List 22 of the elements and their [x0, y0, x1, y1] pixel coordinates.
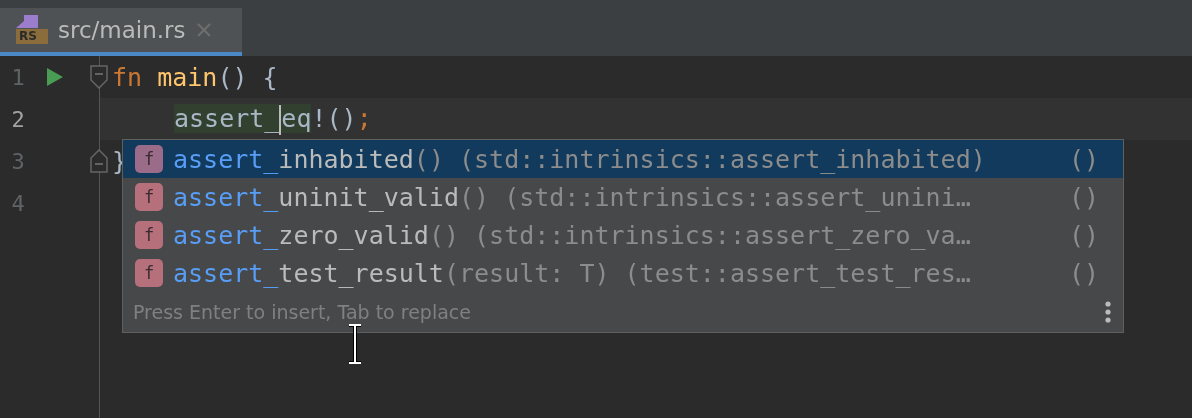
line-number: 4	[10, 190, 26, 216]
tab-title: src/main.rs	[58, 17, 186, 43]
completion-item[interactable]: f assert_test_result(result: T) (test::assert_test_res… ()	[123, 254, 1123, 292]
function-icon: f	[135, 259, 163, 287]
completion-item[interactable]: f assert_zero_valid() (std::intrinsics::assert_zero_va… ()	[123, 216, 1123, 254]
function-icon: f	[135, 183, 163, 211]
editor-tab[interactable]: RS src/main.rs	[0, 8, 242, 56]
hint-text: Press Enter to insert, Tab to replace	[133, 301, 471, 323]
close-icon[interactable]	[195, 22, 212, 38]
text-cursor-icon	[348, 324, 362, 364]
line-number: 1	[10, 64, 26, 90]
fold-icon[interactable]	[90, 149, 108, 173]
completion-item[interactable]: f assert_uninit_valid() (std::intrinsics::assert_unini… ()	[123, 178, 1123, 216]
function-icon: f	[135, 145, 163, 173]
completion-item[interactable]: f assert_inhabited() (std::intrinsics::assert_inhabited) ()	[123, 140, 1123, 178]
more-icon[interactable]	[1105, 301, 1111, 323]
run-icon[interactable]	[47, 68, 63, 86]
function-icon: f	[135, 221, 163, 249]
fold-icon[interactable]	[90, 65, 108, 89]
line-number: 2	[10, 106, 26, 132]
code-line: fn main() {	[112, 62, 278, 92]
line-number: 3	[10, 148, 26, 174]
